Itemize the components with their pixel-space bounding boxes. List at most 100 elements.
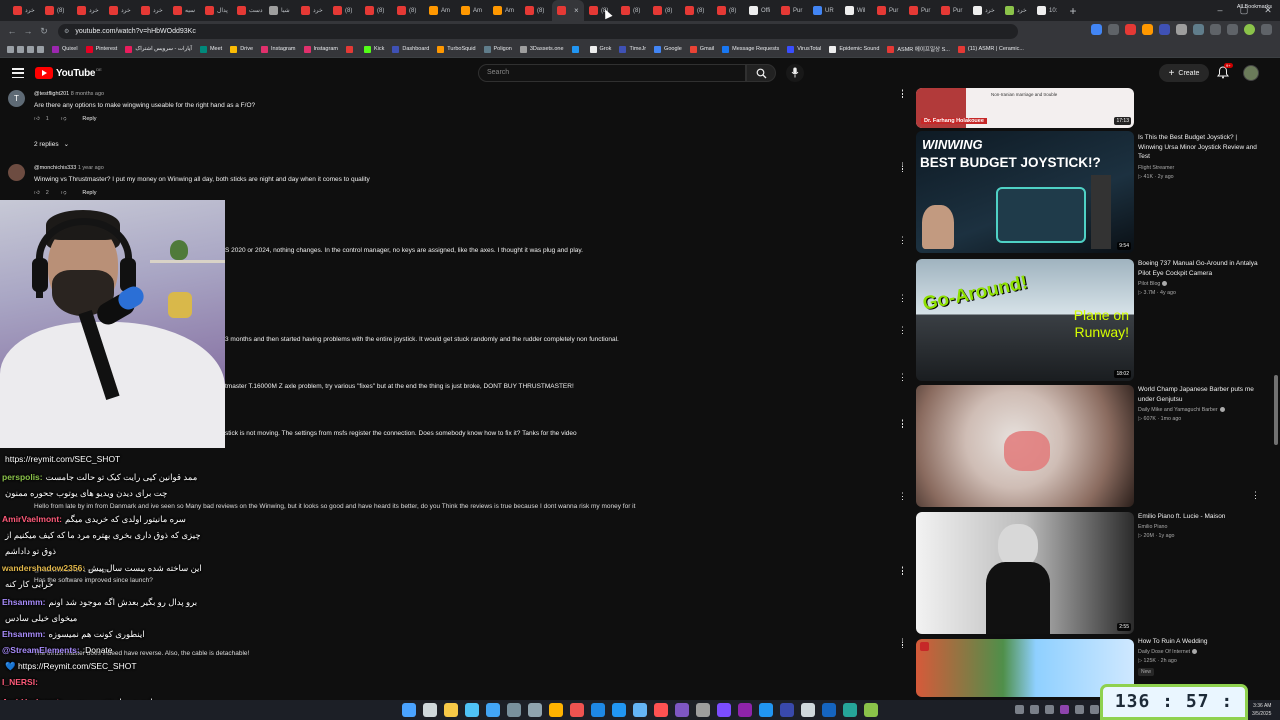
video-thumbnail[interactable]: WINWING BEST BUDGET JOYSTICK!? 9:54 xyxy=(916,131,1134,253)
video-thumbnail[interactable]: 2:55 xyxy=(916,512,1134,634)
bookmark-item[interactable]: Quixel xyxy=(49,45,81,53)
video-title[interactable]: World Champ Japanese Barber puts me unde… xyxy=(1138,385,1258,404)
thumbs-down-icon[interactable]: 👎︎ xyxy=(61,116,67,122)
account-avatar[interactable] xyxy=(1243,65,1259,81)
taskbar-app-icon[interactable] xyxy=(528,703,542,717)
browser-tab[interactable]: (8) xyxy=(616,0,648,21)
extension-icon[interactable] xyxy=(1142,24,1153,35)
search-icon[interactable] xyxy=(423,703,437,717)
taskbar-app-icon[interactable] xyxy=(591,703,605,717)
bookmark-item[interactable]: ASMR 에이프일상 S... xyxy=(884,45,953,53)
all-bookmarks-button[interactable]: All Bookmarks xyxy=(1237,4,1272,10)
bookmark-item[interactable]: Drive xyxy=(227,45,256,53)
hamburger-menu-icon[interactable] xyxy=(12,68,24,78)
browser-tab[interactable]: Pur xyxy=(776,0,808,21)
bookmark-item[interactable]: TurboSquid xyxy=(434,45,478,53)
video-thumbnail[interactable] xyxy=(916,385,1134,507)
more-options-icon[interactable]: ⋮ xyxy=(898,639,907,650)
thumbs-down-icon[interactable]: 👎︎ xyxy=(61,190,67,196)
browser-tab[interactable]: × xyxy=(552,0,584,21)
thumbs-up-icon[interactable]: 👍︎ xyxy=(34,190,40,196)
youtube-logo[interactable]: YouTube DE xyxy=(35,67,102,79)
close-tab-icon[interactable]: × xyxy=(574,6,579,15)
file-explorer-icon[interactable] xyxy=(444,703,458,717)
browser-tab[interactable]: پدال xyxy=(200,0,232,21)
browser-tab[interactable]: Am xyxy=(488,0,520,21)
browser-tab[interactable]: (8) xyxy=(648,0,680,21)
taskbar-app-icon[interactable] xyxy=(864,703,878,717)
browser-tab[interactable]: Am xyxy=(456,0,488,21)
tray-icon[interactable] xyxy=(1015,705,1024,714)
more-options-icon[interactable]: ⋮ xyxy=(898,326,907,335)
extension-icon[interactable] xyxy=(1227,24,1238,35)
forward-icon[interactable]: → xyxy=(20,26,36,36)
more-options-icon[interactable]: ⋮ xyxy=(898,293,907,304)
browser-tab[interactable]: شیا xyxy=(264,0,296,21)
taskbar-app-icon[interactable] xyxy=(486,703,500,717)
menu-icon[interactable] xyxy=(1261,24,1272,35)
system-clock[interactable]: 3:36 AM 3/5/2025 xyxy=(1252,702,1271,718)
commenter-avatar[interactable] xyxy=(8,164,25,181)
page-scrollbar[interactable] xyxy=(1274,375,1278,445)
browser-tab[interactable]: (8) xyxy=(584,0,616,21)
create-button[interactable]: + Create xyxy=(1159,64,1209,82)
taskbar-app-icon[interactable] xyxy=(801,703,815,717)
browser-tab[interactable]: دست xyxy=(232,0,264,21)
bookmark-item[interactable]: Grok xyxy=(587,45,615,53)
bookmark-item[interactable]: Epidemic Sound xyxy=(826,45,882,53)
bookmark-item[interactable]: Gmail xyxy=(687,45,717,53)
more-options-icon[interactable]: ⋮ xyxy=(898,492,907,501)
bookmark-item[interactable]: آپارات - سرویس اشتراک xyxy=(122,45,195,53)
minimize-button[interactable]: – xyxy=(1208,0,1232,21)
chrome-icon[interactable] xyxy=(570,703,584,717)
reload-icon[interactable]: ↻ xyxy=(36,26,52,37)
comment-author[interactable]: @testflight201 xyxy=(34,91,69,97)
browser-tab[interactable]: خرد xyxy=(136,0,168,21)
bookmark-item[interactable]: Kick xyxy=(361,45,387,53)
browser-tab[interactable]: Offi xyxy=(744,0,776,21)
bookmark-item[interactable]: Instagram xyxy=(301,45,341,53)
taskbar-app-icon[interactable] xyxy=(633,703,647,717)
taskbar-app-icon[interactable] xyxy=(465,703,479,717)
comment-author[interactable]: @monchichis333 xyxy=(34,165,76,171)
site-info-icon[interactable]: ⚙ xyxy=(64,28,69,35)
bookmark-item[interactable]: Instagram xyxy=(258,45,298,53)
video-title[interactable]: Emilio Piano ft. Lucie - Maison xyxy=(1138,512,1258,522)
browser-tab[interactable]: 10: xyxy=(1032,0,1064,21)
reply-button[interactable]: Reply xyxy=(82,190,96,196)
browser-tab[interactable]: سیه xyxy=(168,0,200,21)
browser-tab[interactable]: خرد xyxy=(1000,0,1032,21)
bookmark-item[interactable]: TimeJr xyxy=(616,45,649,53)
bookmark-item[interactable]: (11) ASMR | Ceramic... xyxy=(955,45,1027,53)
star-icon[interactable] xyxy=(1108,24,1119,35)
tray-icon[interactable] xyxy=(1045,705,1054,714)
channel-name[interactable]: Pilot Blog xyxy=(1138,281,1168,287)
taskbar-app-icon[interactable] xyxy=(717,703,731,717)
tray-icon[interactable] xyxy=(1060,705,1069,714)
taskbar-app-icon[interactable] xyxy=(759,703,773,717)
bookmark-item[interactable]: Pinterest xyxy=(83,45,121,53)
browser-tab[interactable]: (8) xyxy=(520,0,552,21)
more-options-icon[interactable]: ⋮ xyxy=(898,161,907,172)
browser-tab[interactable]: Pur xyxy=(904,0,936,21)
bookmark-item[interactable]: Dashboard xyxy=(389,45,432,53)
channel-name[interactable]: Flight Streamer xyxy=(1138,165,1174,171)
notifications-button[interactable]: 9+ xyxy=(1217,63,1233,80)
bookmark-item[interactable] xyxy=(343,45,359,53)
bookmark-item[interactable]: Poligon xyxy=(481,45,515,53)
video-thumbnail[interactable]: Non-Iranian marriage and trouble Dr. Far… xyxy=(916,88,1134,128)
browser-tab[interactable]: (8) xyxy=(392,0,424,21)
browser-tab[interactable]: (8) xyxy=(680,0,712,21)
taskbar-app-icon[interactable] xyxy=(780,703,794,717)
tray-icon[interactable] xyxy=(1090,705,1099,714)
browser-tab[interactable]: خرد xyxy=(8,0,40,21)
bookmark-item[interactable]: Message Requests xyxy=(719,45,782,53)
url-field[interactable]: ⚙ youtube.com/watch?v=hHbWOdd93Kc xyxy=(58,24,1018,39)
taskbar-app-icon[interactable] xyxy=(549,703,563,717)
thumbs-up-icon[interactable]: 👍︎ xyxy=(34,116,40,122)
view-replies-button[interactable]: 2 replies ⌄ xyxy=(34,140,69,149)
tray-icon[interactable] xyxy=(1075,705,1084,714)
extension-icon[interactable] xyxy=(1193,24,1204,35)
more-options-icon[interactable]: ⋮ xyxy=(898,373,907,382)
browser-tab[interactable]: Pur xyxy=(872,0,904,21)
